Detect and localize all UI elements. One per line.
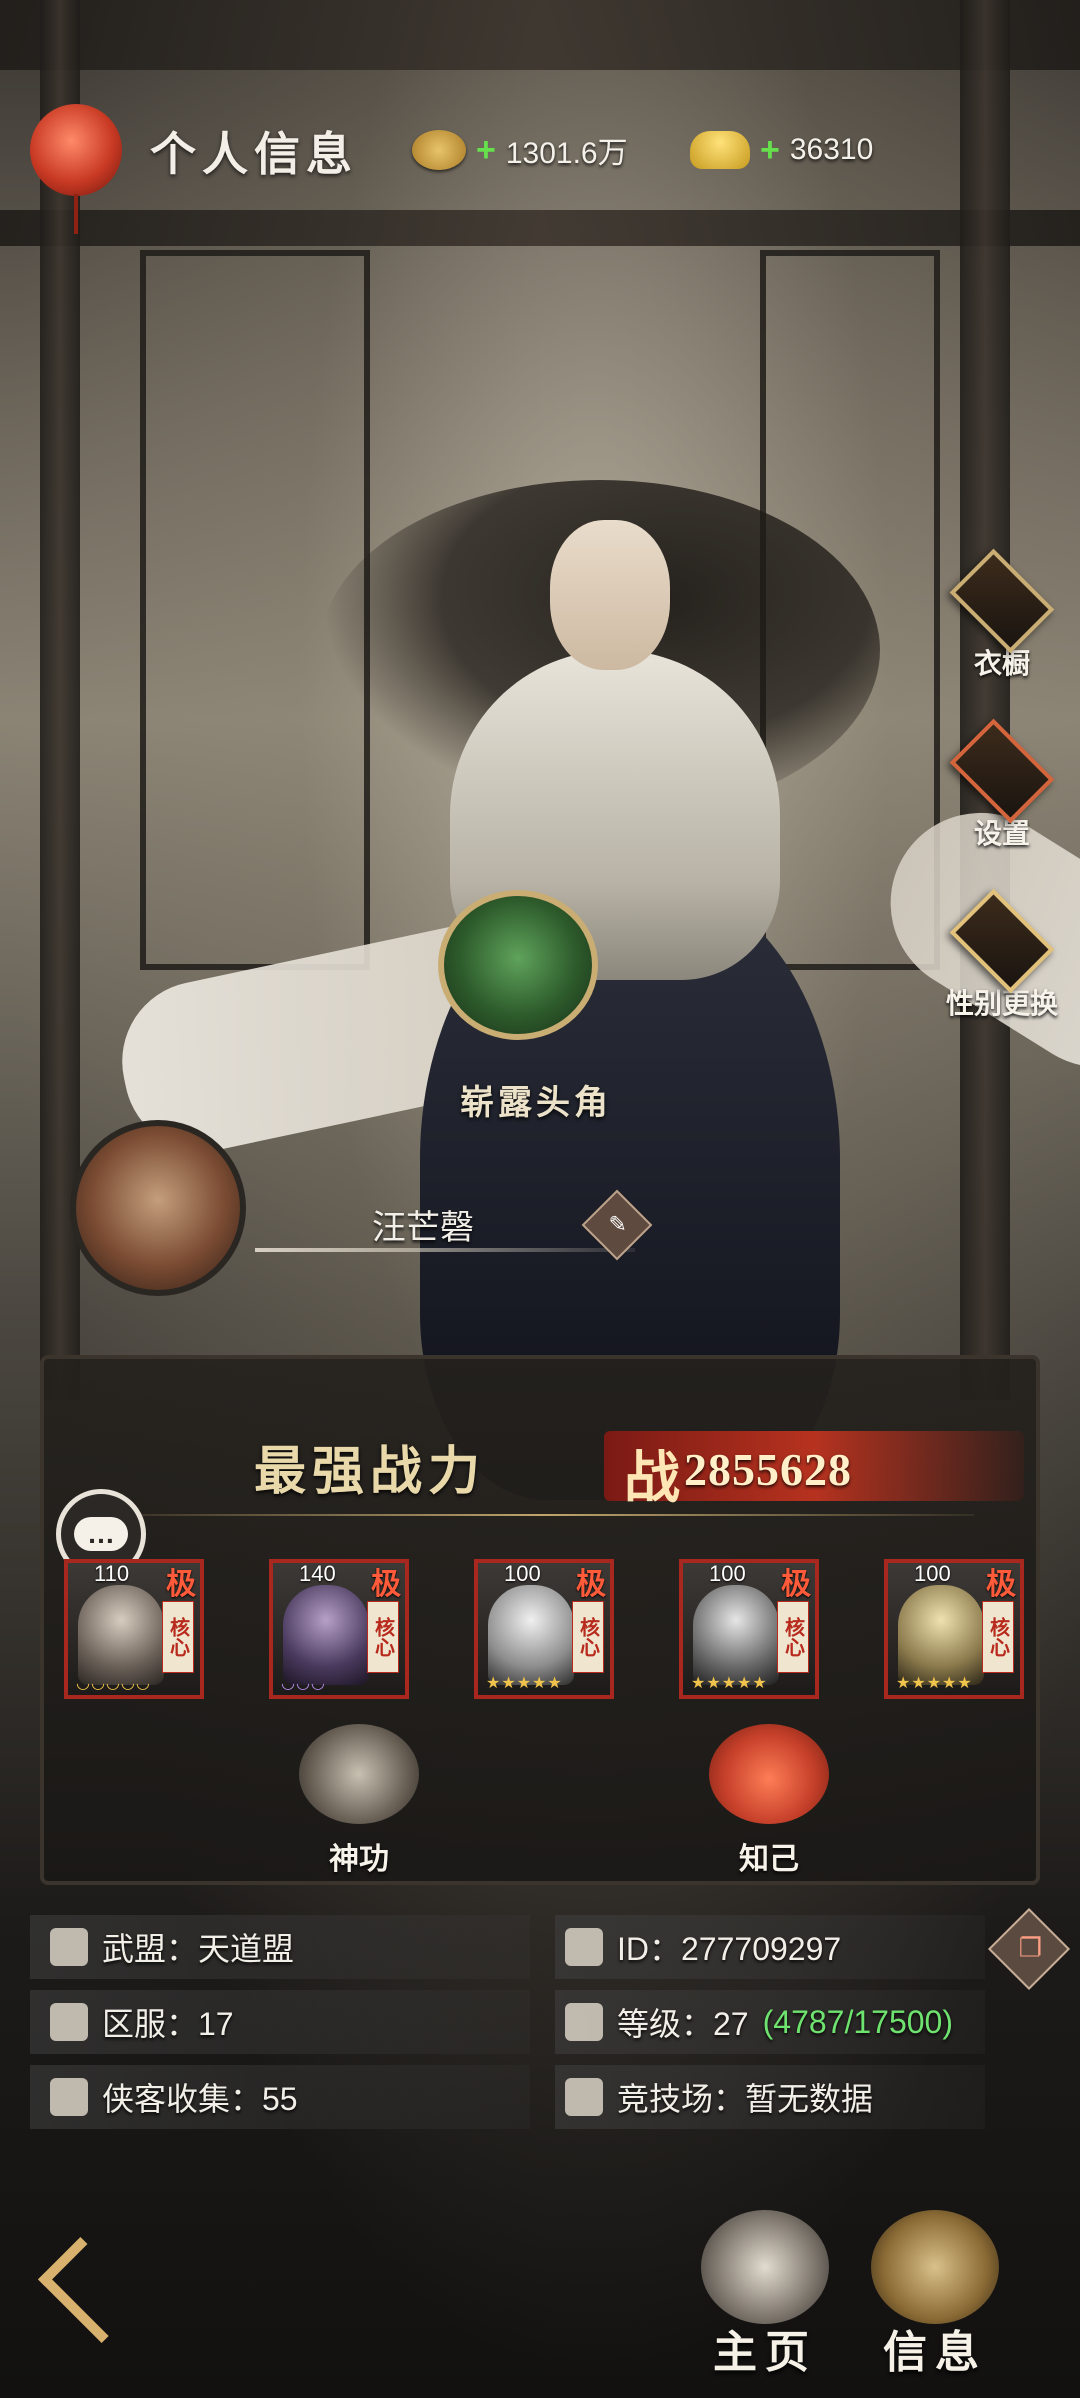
hero-level: 110 bbox=[94, 1561, 130, 1586]
hero-level: 140 bbox=[299, 1561, 336, 1586]
id-row: ID：277709297 bbox=[565, 1915, 841, 1979]
hero-core-badge: 核心 bbox=[982, 1601, 1014, 1673]
gender-swap-button[interactable]: 性别更换 bbox=[946, 888, 1059, 1022]
martial-arts-button[interactable]: 神功 bbox=[284, 1724, 434, 1878]
page-title: 个人信息 bbox=[150, 129, 358, 180]
top-bar: 个人信息 + 1301.6万 + 36310 bbox=[0, 100, 1080, 234]
hero-lineup: 110 极 核心 ◡◡◡◡◡ 140 极 核心 ◡◡◡ 100 极 核心 ★★★… bbox=[64, 1559, 1024, 1709]
crossed-swords-icon bbox=[565, 2078, 603, 2116]
collection-text: 侠客收集：55 bbox=[102, 2081, 298, 2117]
hero-portrait bbox=[898, 1585, 984, 1685]
hero-card[interactable]: 140 极 核心 ◡◡◡ bbox=[269, 1559, 409, 1699]
hero-core-badge: 核心 bbox=[162, 1601, 194, 1673]
hero-card[interactable]: 100 极 核心 ★★★★★ bbox=[474, 1559, 614, 1699]
alliance-row: 武盟：天道盟 bbox=[50, 1915, 294, 1979]
settings-button[interactable]: 设置 bbox=[946, 718, 1058, 852]
level-icon bbox=[565, 2003, 603, 2041]
add-coins-icon[interactable]: + bbox=[476, 131, 496, 170]
wardrobe-button[interactable]: 衣橱 bbox=[946, 548, 1058, 682]
hero-rank: 极 bbox=[781, 1568, 811, 1601]
wardrobe-label: 衣橱 bbox=[973, 649, 1030, 680]
pillar bbox=[960, 0, 1010, 1400]
settings-label: 设置 bbox=[973, 819, 1030, 850]
character-head bbox=[550, 520, 670, 670]
hero-card[interactable]: 100 极 核心 ★★★★★ bbox=[884, 1559, 1024, 1699]
confidant-button[interactable]: 知己 bbox=[694, 1724, 844, 1878]
rank-emblem-label: 崭露头角 bbox=[460, 1085, 612, 1122]
flag-icon bbox=[50, 2003, 88, 2041]
hero-portrait bbox=[78, 1585, 164, 1685]
alliance-text: 武盟：天道盟 bbox=[102, 1931, 295, 1967]
hero-stars: ◡◡◡◡◡ bbox=[76, 1675, 151, 1692]
roof-beam bbox=[0, 0, 1080, 70]
strongest-power-label: 最强战力 bbox=[254, 1444, 487, 1501]
server-row: 区服：17 bbox=[50, 1990, 234, 2054]
hero-rank: 极 bbox=[166, 1568, 196, 1601]
hero-core-badge: 核心 bbox=[367, 1601, 399, 1673]
home-icon bbox=[701, 2210, 829, 2324]
coins-icon bbox=[412, 130, 466, 170]
hero-rank: 极 bbox=[371, 1568, 401, 1601]
power-panel: 最强战力 战 2855628 … 110 极 核心 ◡◡◡◡◡ 140 极 核心… bbox=[40, 1355, 1040, 1885]
server-text: 区服：17 bbox=[102, 2006, 234, 2042]
hero-level: 100 bbox=[504, 1561, 541, 1586]
hero-rank: 极 bbox=[576, 1568, 606, 1601]
confidant-label: 知己 bbox=[739, 1843, 799, 1876]
collection-icon bbox=[50, 2078, 88, 2116]
copy-icon: ❐ bbox=[1018, 1932, 1043, 1963]
chat-bubble-icon: … bbox=[74, 1517, 128, 1551]
gold-ingot-icon bbox=[690, 131, 750, 169]
hero-stars: ★★★★★ bbox=[691, 1675, 768, 1692]
hero-stars: ★★★★★ bbox=[486, 1675, 563, 1692]
add-ingots-icon[interactable]: + bbox=[760, 131, 780, 170]
martial-arts-label: 神功 bbox=[329, 1843, 389, 1876]
arena-text: 竞技场：暂无数据 bbox=[617, 2081, 874, 2117]
hero-portrait bbox=[693, 1585, 779, 1685]
hero-level: 100 bbox=[914, 1561, 951, 1586]
info-button[interactable]: 信息 bbox=[860, 2210, 1010, 2380]
level-text: 等级：27 bbox=[617, 2006, 749, 2042]
power-header: 最强战力 战 2855628 bbox=[44, 1359, 1036, 1510]
bottom-bar: 主页 信息 bbox=[0, 2180, 1080, 2398]
alliance-icon bbox=[50, 1928, 88, 1966]
hero-card[interactable]: 110 极 核心 ◡◡◡◡◡ bbox=[64, 1559, 204, 1699]
player-name: 汪芒磬 bbox=[372, 1209, 474, 1247]
hero-core-badge: 核心 bbox=[572, 1601, 604, 1673]
power-badge: 战 bbox=[624, 1448, 680, 1510]
back-arrow-button[interactable] bbox=[36, 2250, 146, 2320]
power-value: 2855628 bbox=[684, 1444, 852, 1495]
divider bbox=[114, 1514, 974, 1516]
info-icon bbox=[871, 2210, 999, 2324]
currency-coins[interactable]: + 1301.6万 bbox=[412, 122, 628, 178]
lantern-icon bbox=[30, 104, 122, 234]
hero-portrait bbox=[488, 1585, 574, 1685]
hero-portrait bbox=[283, 1585, 369, 1685]
ingots-value: 36310 bbox=[789, 133, 874, 166]
rank-emblem-icon[interactable] bbox=[438, 890, 598, 1040]
exp-text: (4787/17500) bbox=[762, 2003, 953, 2040]
hero-core-badge: 核心 bbox=[777, 1601, 809, 1673]
coins-value: 1301.6万 bbox=[505, 137, 628, 170]
gender-swap-label: 性别更换 bbox=[946, 989, 1059, 1020]
martial-arts-icon bbox=[299, 1724, 419, 1824]
home-label: 主页 bbox=[713, 2328, 817, 2377]
player-id: ID：277709297 bbox=[617, 1931, 842, 1967]
arena-row: 竞技场：暂无数据 bbox=[565, 2065, 873, 2129]
collection-row: 侠客收集：55 bbox=[50, 2065, 298, 2129]
hero-rank: 极 bbox=[986, 1568, 1016, 1601]
pencil-icon: ✎ bbox=[608, 1211, 627, 1237]
id-icon bbox=[565, 1928, 603, 1966]
level-row: 等级：27 (4787/17500) bbox=[565, 1990, 953, 2054]
heart-icon bbox=[709, 1724, 829, 1824]
hero-stars: ◡◡◡ bbox=[281, 1675, 326, 1692]
info-label: 信息 bbox=[883, 2328, 987, 2377]
currency-ingots[interactable]: + 36310 bbox=[690, 122, 873, 178]
avatar[interactable] bbox=[70, 1120, 246, 1296]
home-button[interactable]: 主页 bbox=[690, 2210, 840, 2380]
hero-card[interactable]: 100 极 核心 ★★★★★ bbox=[679, 1559, 819, 1699]
hero-stars: ★★★★★ bbox=[896, 1675, 973, 1692]
hero-level: 100 bbox=[709, 1561, 746, 1586]
